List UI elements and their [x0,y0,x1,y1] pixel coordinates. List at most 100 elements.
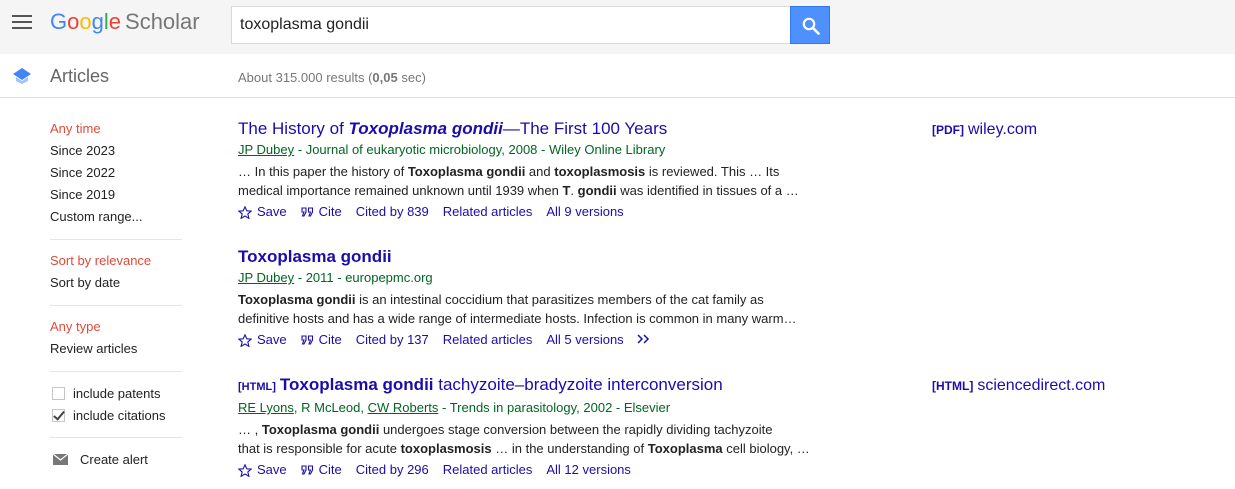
action-label: All 12 versions [546,462,631,477]
logo-letter: o [79,9,92,34]
snippet-text: undergoes stage conversion between the r… [379,422,773,437]
save-button[interactable]: Save [238,203,287,221]
google-scholar-logo[interactable]: Google Scholar [50,9,200,35]
fulltext-format-tag: [PDF] [932,123,964,137]
filter-since-2019[interactable]: Since 2019 [50,184,182,206]
all-versions-link[interactable]: All 12 versions [546,461,631,479]
result-authors-source: JP Dubey - 2011 - europepmc.org [238,269,818,287]
snippet-text: . [570,183,578,198]
create-alert-button[interactable]: Create alert [50,448,182,470]
quote-icon [301,334,313,345]
fulltext-domain: sciencedirect.com [977,377,1106,394]
fulltext-side-link[interactable]: [PDF] wiley.com [932,121,1037,139]
result-authors-source: JP Dubey - Journal of eukaryotic microbi… [238,141,818,159]
include-patents-label: include patents [73,385,161,401]
action-label: Cite [318,204,342,219]
title-fragment: tachyzoite–bradyzoite interconversion [433,375,723,394]
result-title-link[interactable]: Toxoplasma gondii [238,246,818,268]
include-citations-checkbox[interactable]: include citations [50,404,182,426]
type-filter-group: Any type Review articles [50,316,182,360]
search-result: Toxoplasma gondii JP Dubey - 2011 - europ… [238,246,818,349]
save-button[interactable]: Save [238,331,287,349]
sidebar-divider [50,371,182,372]
action-label: Related articles [442,204,533,219]
title-fragment: —The First 100 Years [502,119,668,138]
snippet-text: … In this paper the history of [238,164,408,179]
action-label: Cited by 296 [355,462,429,477]
cite-button[interactable]: Cite [301,331,342,349]
cited-by-link[interactable]: Cited by 137 [356,331,429,349]
sort-by-date[interactable]: Sort by date [50,272,182,294]
meta-text: - 2011 - europepmc.org [294,270,433,285]
hamburger-menu-icon[interactable] [12,15,32,31]
result-snippet: … , Toxoplasma gondii undergoes stage co… [238,420,813,458]
sort-by-relevance[interactable]: Sort by relevance [50,250,182,272]
cite-button[interactable]: Cite [301,461,342,479]
filter-custom-range[interactable]: Custom range... [50,206,182,228]
snippet-highlight: toxoplasmosis [554,164,646,179]
snippet-line: definitive hosts and has a wide range of… [238,309,813,328]
time-filter-group: Any time Since 2023 Since 2022 Since 201… [50,118,182,228]
more-chevron-icon [637,334,649,344]
quote-icon [301,464,313,475]
logo-letter: g [91,9,104,34]
fulltext-format-tag: [HTML] [932,379,974,393]
top-bar: Google Scholar [0,0,1235,54]
search-icon [802,17,820,35]
result-title-link[interactable]: The History of Toxoplasma gondii—The Fir… [238,118,818,140]
related-articles-link[interactable]: Related articles [443,331,533,349]
cited-by-link[interactable]: Cited by 296 [356,461,429,479]
filter-since-2022[interactable]: Since 2022 [50,162,182,184]
section-label-articles[interactable]: Articles [50,66,109,87]
action-label: Save [257,204,287,219]
title-fragment: Toxoplasma gondii [279,375,434,394]
snippet-text: is an intestinal coccidium that parasiti… [355,292,764,307]
articles-graduation-cap-icon [13,68,31,84]
stats-prefix: About 315.000 results ( [238,70,373,85]
more-options-button[interactable] [636,331,652,349]
action-label: Cited by 137 [355,332,429,347]
snippet-highlight: Toxoplasma gondii [238,292,356,307]
fulltext-side-link[interactable]: [HTML] sciencedirect.com [932,377,1105,395]
filter-any-type[interactable]: Any type [50,316,182,338]
filter-review-articles[interactable]: Review articles [50,338,182,360]
filter-sidebar: Any time Since 2023 Since 2022 Since 201… [50,118,182,470]
action-label: Save [257,332,287,347]
all-versions-link[interactable]: All 9 versions [546,203,623,221]
related-articles-link[interactable]: Related articles [443,461,533,479]
filter-since-2023[interactable]: Since 2023 [50,140,182,162]
result-snippet: Toxoplasma gondii is an intestinal cocci… [238,290,813,328]
cite-button[interactable]: Cite [301,203,342,221]
snippet-text: and [525,164,555,179]
author-link[interactable]: RE Lyons [238,400,294,415]
author-link[interactable]: JP Dubey [238,270,294,285]
search-button[interactable] [790,6,830,44]
filter-any-time[interactable]: Any time [50,118,182,140]
action-label: Cited by 839 [355,204,429,219]
action-label: Related articles [442,332,533,347]
search-input[interactable] [231,6,791,44]
snippet-line: medical importance remained unknown unti… [238,181,813,200]
result-actions: Save Cite Cited by 137 Related articles All … [238,331,818,349]
cited-by-link[interactable]: Cited by 839 [356,203,429,221]
include-patents-checkbox[interactable]: include patents [50,382,182,404]
star-icon [238,463,252,477]
sub-header: Articles About 315.000 results (0,05 sec… [0,54,1235,98]
logo-scholar-text: Scholar [125,9,200,34]
meta-text: - Trends in parasitology, 2002 - Elsevie… [438,400,671,415]
related-articles-link[interactable]: Related articles [443,203,533,221]
snippet-line: that is responsible for acute toxoplasmo… [238,439,813,458]
checkbox-checked[interactable] [52,408,65,422]
all-versions-link[interactable]: All 5 versions [546,331,623,349]
result-format-tag: [HTML] [238,381,276,393]
save-button[interactable]: Save [238,461,287,479]
sort-group: Sort by relevance Sort by date [50,250,182,294]
snippet-line: Toxoplasma gondii is an intestinal cocci… [238,290,813,309]
meta-text: - Journal of eukaryotic microbiology, 20… [294,142,666,157]
checkbox-unchecked[interactable] [52,386,65,400]
author-link[interactable]: CW Roberts [368,400,439,415]
author-link[interactable]: JP Dubey [238,142,294,157]
result-title-link[interactable]: [HTML] Toxoplasma gondii tachyzoite–brady… [238,374,818,398]
logo-google-wordmark: Google [50,9,121,34]
action-label: Cite [318,332,342,347]
